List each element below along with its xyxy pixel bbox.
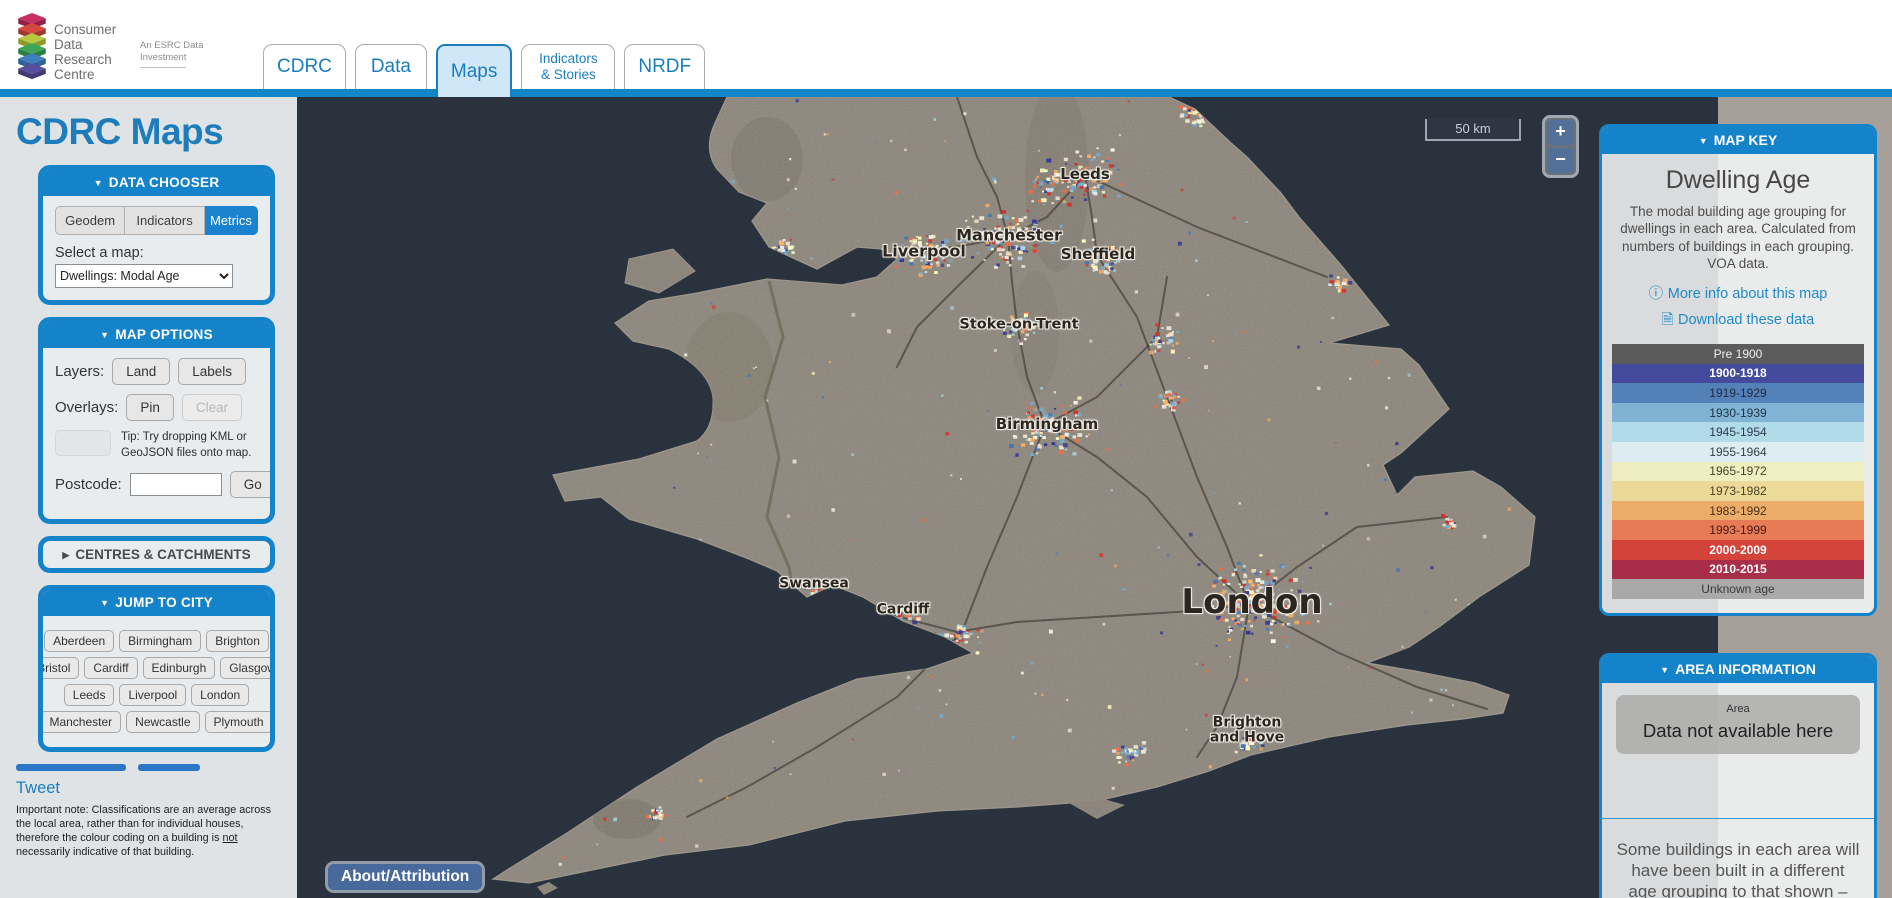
info-icon: ⓘ xyxy=(1649,286,1668,302)
legend-row: 1973-1982 xyxy=(1612,481,1864,501)
logo-wordmark: Consumer Data Research Centre xyxy=(54,13,116,85)
zoom-in-button[interactable]: + xyxy=(1547,120,1574,145)
area-label: Area xyxy=(1622,703,1854,715)
legend-row: 1930-1939 xyxy=(1612,403,1864,423)
chevron-right-icon: ▶ xyxy=(62,550,69,560)
city-button-leeds[interactable]: Leeds xyxy=(64,684,115,706)
nav-tab-maps[interactable]: Maps xyxy=(436,44,512,97)
postcode-label: Postcode: xyxy=(55,476,122,493)
city-button-grid: AberdeenBirminghamBrightonBristolCardiff… xyxy=(55,626,258,735)
city-button-london[interactable]: London xyxy=(191,684,249,706)
nav-tab-indicators-stories[interactable]: Indicators & Stories xyxy=(521,44,615,89)
twitter-bar xyxy=(16,764,126,771)
tab-geodem[interactable]: Geodem xyxy=(55,206,125,235)
data-chooser-header[interactable]: ▼DATA CHOOSER xyxy=(43,170,270,196)
map-options-panel: ▼MAP OPTIONS Layers: Land Labels Overlay… xyxy=(38,317,275,524)
cdrc-cubes-icon xyxy=(18,13,46,85)
overlays-label: Overlays: xyxy=(55,399,118,416)
map-key-title: Dwelling Age xyxy=(1602,166,1874,195)
area-information-panel: ▼AREA INFORMATION Area Data not availabl… xyxy=(1599,653,1877,898)
legend-row: 2000-2009 xyxy=(1612,540,1864,560)
legend-row: 1993-1999 xyxy=(1612,520,1864,540)
download-icon: 🗎 xyxy=(1662,312,1678,328)
nav-tab-nrdf[interactable]: NRDF xyxy=(624,44,705,89)
legend-row: 1919-1929 xyxy=(1612,383,1864,403)
legend-row: Unknown age xyxy=(1612,579,1864,599)
zoom-control: + − xyxy=(1542,115,1579,178)
map-key-header[interactable]: ▼MAP KEY xyxy=(1602,127,1874,154)
clear-overlay-button[interactable]: Clear xyxy=(182,394,242,421)
city-button-cardiff[interactable]: Cardiff xyxy=(84,657,137,679)
about-attribution-button[interactable]: About/Attribution xyxy=(325,861,485,893)
twitter-bar xyxy=(138,764,200,771)
nav-tab-data[interactable]: Data xyxy=(355,44,427,89)
chevron-down-icon: ▼ xyxy=(1699,136,1708,146)
area-value-box: Area Data not available here xyxy=(1616,695,1860,754)
cdrc-logo[interactable]: Consumer Data Research Centre xyxy=(18,13,116,85)
city-button-edinburgh[interactable]: Edinburgh xyxy=(143,657,216,679)
tab-indicators[interactable]: Indicators xyxy=(125,206,205,235)
page-title: CDRC Maps xyxy=(16,111,297,153)
scale-bar: 50 km xyxy=(1425,119,1521,141)
city-button-glasgow[interactable]: Glasgow xyxy=(220,657,275,679)
labels-layer-button[interactable]: Labels xyxy=(178,358,246,385)
map-canvas[interactable]: LeedsManchesterLiverpoolSheffieldStoke-o… xyxy=(297,97,1892,898)
area-information-header[interactable]: ▼AREA INFORMATION xyxy=(1602,656,1874,683)
legend-row: 1983-1992 xyxy=(1612,501,1864,521)
city-button-aberdeen[interactable]: Aberdeen xyxy=(44,630,114,652)
chevron-down-icon: ▼ xyxy=(100,598,109,608)
city-button-bristol[interactable]: Bristol xyxy=(38,657,79,679)
city-button-birmingham[interactable]: Birmingham xyxy=(119,630,201,652)
twitter-widget-placeholders xyxy=(16,764,297,771)
map-key-panel: ▼MAP KEY Dwelling Age The modal building… xyxy=(1599,124,1877,616)
city-button-brighton[interactable]: Brighton xyxy=(206,630,269,652)
layers-label: Layers: xyxy=(55,363,104,380)
nav-tab-cdrc[interactable]: CDRC xyxy=(263,44,346,89)
download-data-link[interactable]: 🗎 Download these data xyxy=(1602,309,1874,334)
more-info-link[interactable]: ⓘ More info about this map xyxy=(1602,282,1874,303)
city-button-liverpool[interactable]: Liverpool xyxy=(119,684,186,706)
site-header: Consumer Data Research Centre An ESRC Da… xyxy=(0,0,1892,97)
tweet-link[interactable]: Tweet xyxy=(16,779,60,798)
city-button-manchester[interactable]: Manchester xyxy=(40,711,121,733)
data-chooser-panel: ▼DATA CHOOSER Geodem Indicators Metrics … xyxy=(38,165,275,305)
sidebar: CDRC Maps ▼DATA CHOOSER Geodem Indicator… xyxy=(0,97,297,898)
main-nav-tabs: CDRCDataMapsIndicators & StoriesNRDF xyxy=(263,44,705,89)
city-button-plymouth[interactable]: Plymouth xyxy=(205,711,273,733)
tab-metrics[interactable]: Metrics xyxy=(205,206,258,235)
legend-row: 1965-1972 xyxy=(1612,462,1864,482)
jump-to-city-header[interactable]: ▼JUMP TO CITY xyxy=(43,590,270,616)
esrc-tagline: An ESRC Data Investment xyxy=(140,40,203,68)
legend-row: Pre 1900 xyxy=(1612,344,1864,364)
zoom-out-button[interactable]: − xyxy=(1547,148,1574,173)
legend-row: 1900-1918 xyxy=(1612,364,1864,384)
city-button-newcastle[interactable]: Newcastle xyxy=(126,711,199,733)
legend: Pre 19001900-19181919-19291930-19391945-… xyxy=(1612,344,1864,599)
data-type-tabs: Geodem Indicators Metrics xyxy=(55,206,258,235)
legend-row: 2010-2015 xyxy=(1612,560,1864,580)
map-key-description: The modal building age grouping for dwel… xyxy=(1602,203,1874,272)
esrc-underline xyxy=(140,67,186,68)
centres-catchments-panel: ▶CENTRES & CATCHMENTS xyxy=(38,536,275,573)
chevron-down-icon: ▼ xyxy=(94,178,103,188)
area-value: Data not available here xyxy=(1622,720,1854,742)
select-map-label: Select a map: xyxy=(55,245,258,261)
map-options-header[interactable]: ▼MAP OPTIONS xyxy=(43,322,270,348)
postcode-input[interactable] xyxy=(130,473,222,496)
postcode-go-button[interactable]: Go xyxy=(230,471,275,498)
header-blue-bar xyxy=(0,89,1892,97)
chevron-down-icon: ▼ xyxy=(100,330,109,340)
important-note: Important note: Classifications are an a… xyxy=(16,803,274,859)
kml-drop-placeholder xyxy=(55,430,111,456)
land-layer-button[interactable]: Land xyxy=(112,358,170,385)
legend-row: 1955-1964 xyxy=(1612,442,1864,462)
kml-tip-text: Tip: Try dropping KML or GeoJSON files o… xyxy=(121,430,258,461)
chevron-down-icon: ▼ xyxy=(1660,665,1669,675)
jump-to-city-panel: ▼JUMP TO CITY AberdeenBirminghamBrighton… xyxy=(38,585,275,752)
legend-row: 1945-1954 xyxy=(1612,422,1864,442)
map-select[interactable]: Dwellings: Modal Age xyxy=(55,264,233,288)
pin-overlay-button[interactable]: Pin xyxy=(126,394,174,421)
centres-catchments-header[interactable]: ▶CENTRES & CATCHMENTS xyxy=(43,541,270,568)
area-note: Some buildings in each area will have be… xyxy=(1602,819,1874,898)
